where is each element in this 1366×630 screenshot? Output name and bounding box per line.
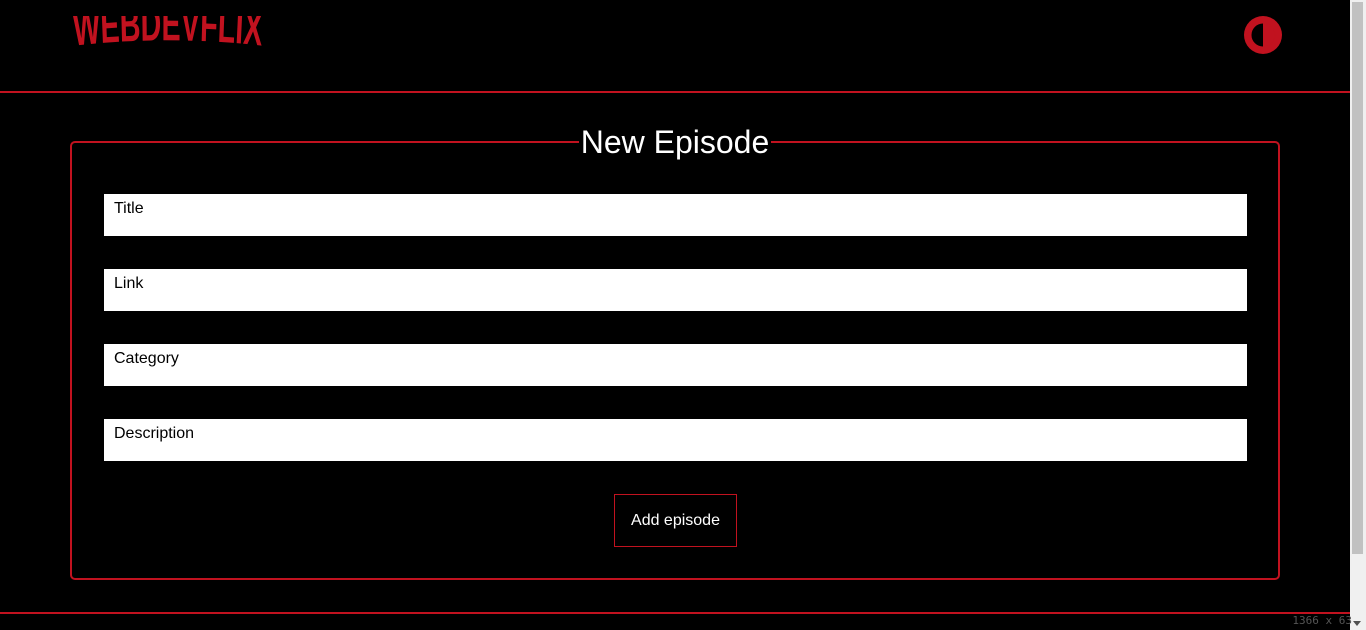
svg-text:WEBDEVFLIX: WEBDEVFLIX: [72, 16, 264, 57]
contrast-toggle-icon[interactable]: [1242, 14, 1284, 56]
vertical-scrollbar[interactable]: [1350, 0, 1366, 630]
header: WEBDEVFLIX: [0, 0, 1350, 93]
scroll-down-arrow-icon[interactable]: [1353, 621, 1361, 626]
page: WEBDEVFLIX New Episode Add episode: [0, 0, 1350, 630]
category-input[interactable]: [104, 344, 1247, 386]
webdevflix-logo[interactable]: WEBDEVFLIX: [72, 16, 264, 72]
title-input[interactable]: [104, 194, 1247, 236]
link-input[interactable]: [104, 269, 1247, 311]
form-title: New Episode: [580, 124, 770, 160]
viewport-size-label: 1366 x 63: [1292, 614, 1352, 627]
scrollbar-thumb[interactable]: [1352, 2, 1363, 554]
footer-divider: [0, 612, 1350, 614]
add-episode-button[interactable]: Add episode: [614, 494, 737, 547]
description-input[interactable]: [104, 419, 1247, 461]
